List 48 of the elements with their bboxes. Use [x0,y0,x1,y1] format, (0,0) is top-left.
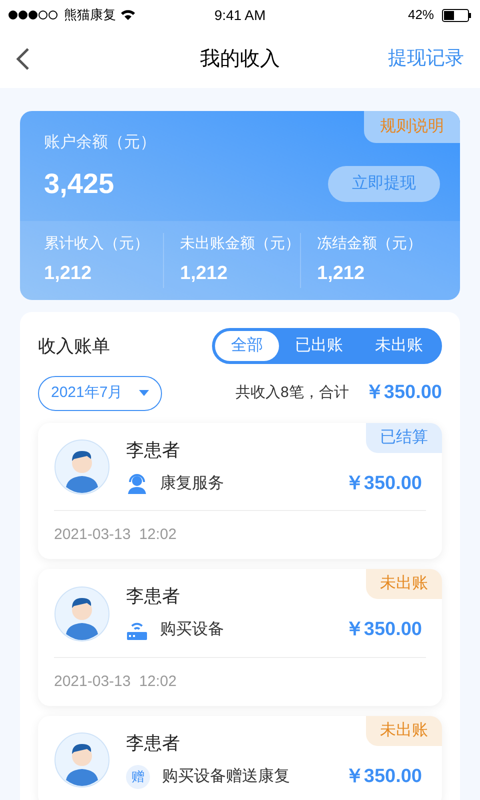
bill-type: 购买设备 [160,620,224,640]
dropdown-caret-icon [138,390,149,396]
bill-amount: ￥350.00 [344,764,422,788]
bill-time: 2021-03-13 12:02 [54,526,177,543]
bill-amount: ￥350.00 [344,618,422,642]
signal-icon [8,10,60,20]
carrier-name: 熊猫康复 [64,6,116,24]
page-title: 我的收入 [200,47,280,72]
bill-card[interactable]: 未出账 李患者 购买设备 ￥350.00 2021-03-13 12:02 [38,569,442,706]
income-summary: 共收入8笔，合计 [236,383,349,403]
status-time: 9:41 AM [214,6,266,24]
stat-label: 累计收入（元） [44,234,150,254]
bill-type: 购买设备赠送康复 [162,766,290,787]
filter-tab[interactable]: 未出账 [359,331,439,361]
bills-title: 收入账单 [38,334,110,358]
patient-name: 李患者 [126,585,180,608]
battery-icon [442,8,472,22]
bill-type: 康复服务 [160,474,224,494]
headset-person-icon [126,472,148,495]
month-select[interactable]: 2021年7月 [38,376,162,410]
bill-status-badge: 未出账 [366,716,442,746]
patient-name: 李患者 [126,732,180,754]
gift-badge: 赠 [126,764,150,789]
withdraw-history-link[interactable]: 提现记录 [388,44,464,74]
patient-name: 李患者 [126,438,180,462]
bill-amount: ￥350.00 [344,472,422,496]
income-total: ￥350.00 [364,381,442,405]
balance-label: 账户余额（元） [44,132,157,153]
stat-value: 1,212 [44,262,93,286]
stat-value: 1,212 [317,262,366,286]
bill-status-badge: 已结算 [366,422,442,452]
bill-time: 2021-03-13 12:02 [54,672,177,690]
stat-label: 冻结金额（元） [317,234,423,254]
bill-card[interactable]: 未出账 李患者 赠 购买设备赠送康复 ￥350.00 [38,716,442,800]
balance-amount: 3,425 [44,167,114,201]
bill-status-badge: 未出账 [366,569,442,599]
filter-tab[interactable]: 全部 [215,331,279,361]
avatar-icon [54,732,110,788]
withdraw-button[interactable]: 立即提现 [328,166,440,202]
wifi-icon [120,9,136,21]
bill-card[interactable]: 已结算 李患者 康复服务 ￥350.00 2021-03-13 12:02 [38,422,442,559]
battery-percent: 42% [408,6,434,24]
avatar-icon [54,586,110,642]
filter-tab[interactable]: 已出账 [279,331,359,361]
stat-label: 未出账金额（元） [180,234,300,254]
stat-value: 1,212 [180,262,229,286]
avatar-icon [54,439,110,496]
back-chevron-icon [16,47,30,71]
